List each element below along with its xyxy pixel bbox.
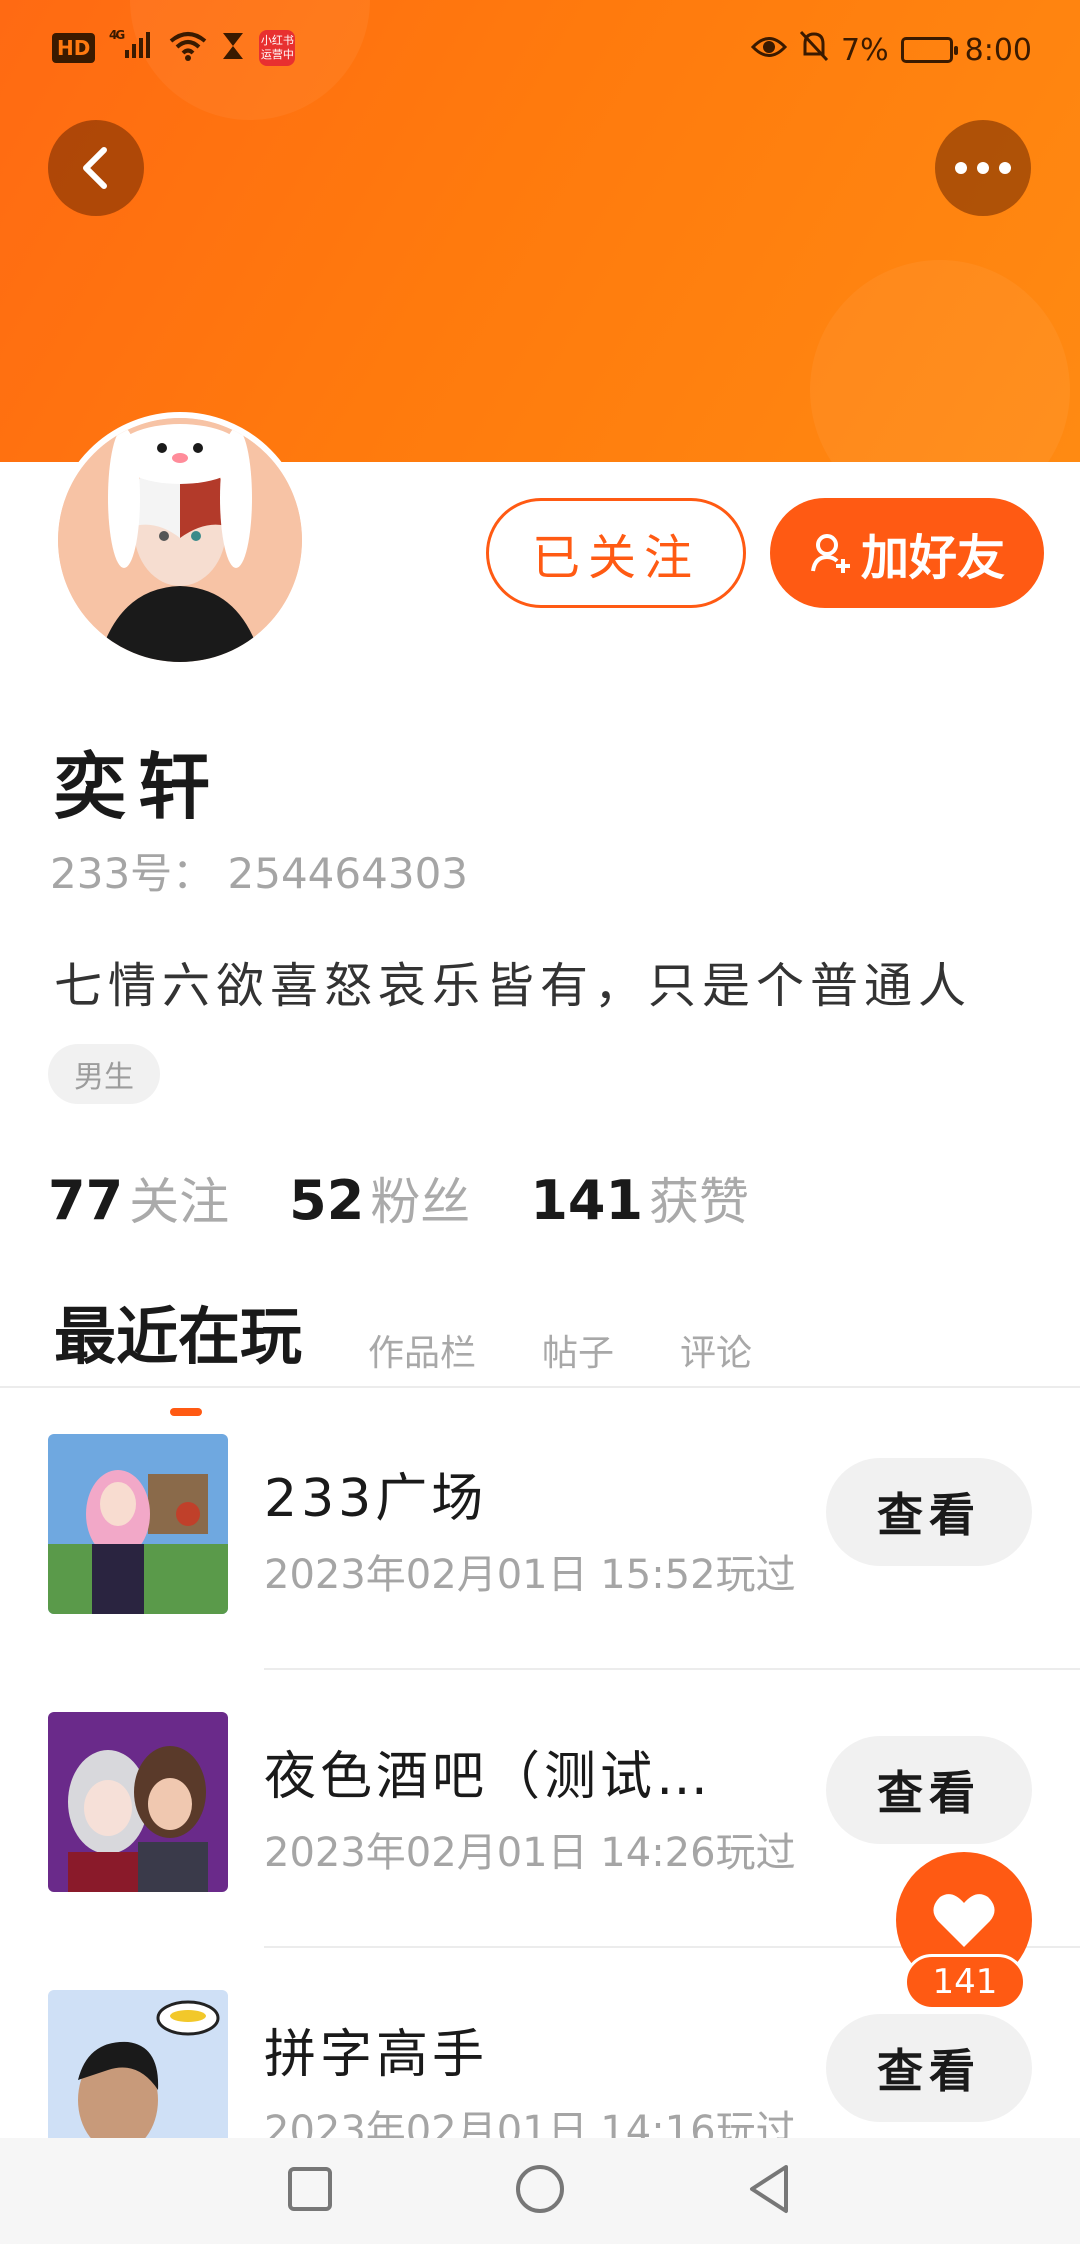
like-count-badge: 141 [904, 1954, 1026, 2010]
profile-tabs: 最近在玩 作品栏 帖子 评论 [54, 1286, 752, 1416]
tab-posts[interactable]: 帖子 [542, 1324, 614, 1376]
tab-label: 最近在玩 [54, 1300, 303, 1373]
svg-text:4G: 4G [109, 28, 124, 42]
stat-value: 141 [530, 1169, 644, 1232]
bio: 七情六欲喜怒哀乐皆有，只是个普通人 [54, 958, 973, 1014]
clock: 8:00 [964, 32, 1032, 68]
eye-icon [750, 33, 788, 68]
tab-comments[interactable]: 评论 [680, 1324, 752, 1376]
more-dots-icon [955, 162, 1011, 174]
stat-label: 粉丝 [370, 1173, 471, 1231]
battery-percent: 7% [841, 32, 889, 68]
game-title: 233广场 [264, 1469, 488, 1529]
app-badge-line2: 运营中 [260, 47, 294, 61]
recent-apps-icon[interactable] [286, 2165, 334, 2217]
status-left: HD 4G 小红书 运营中 [52, 28, 296, 67]
stat-following[interactable]: 77 关注 [48, 1162, 229, 1234]
stat-likes[interactable]: 141 获赞 [530, 1162, 749, 1234]
back-triangle-icon[interactable] [746, 2163, 794, 2219]
list-item[interactable]: 233广场 2023年02月01日 15:52玩过 查看 [0, 1392, 1080, 1670]
wifi-icon [169, 31, 207, 65]
back-button[interactable] [48, 120, 144, 216]
system-navigation-bar [0, 2138, 1080, 2244]
more-options-button[interactable] [935, 120, 1031, 216]
gender-tag: 男生 [48, 1044, 160, 1104]
game-title: 夜色酒吧（测试… [264, 1747, 713, 1807]
stat-label: 获赞 [649, 1173, 750, 1231]
chevron-left-icon [83, 147, 107, 189]
status-right: 7% 8:00 [750, 30, 1032, 70]
view-button[interactable]: 查看 [826, 2014, 1032, 2122]
game-thumbnail [48, 1434, 228, 1614]
hd-badge: HD [52, 32, 96, 63]
view-button[interactable]: 查看 [826, 1736, 1032, 1844]
game-played-time: 2023年02月01日 15:52玩过 [264, 1552, 796, 1598]
add-friend-label: 加好友 [860, 530, 1005, 586]
view-button[interactable]: 查看 [826, 1458, 1032, 1566]
tab-recently-played[interactable]: 最近在玩 [54, 1286, 303, 1416]
add-user-icon [811, 534, 850, 573]
tabs-divider [0, 1386, 1080, 1388]
followed-button[interactable]: 已关注 [486, 498, 746, 608]
game-thumbnail [48, 1712, 228, 1892]
battery-icon [900, 37, 958, 63]
game-title: 拼字高手 [264, 2025, 489, 2085]
username: 奕轩 [54, 745, 223, 829]
app-badge-line1: 小红书 [260, 33, 294, 47]
status-bar: HD 4G 小红书 运营中 7% 8:00 [0, 0, 1080, 100]
stat-fans[interactable]: 52 粉丝 [289, 1162, 470, 1234]
game-played-time: 2023年02月01日 14:26玩过 [264, 1830, 796, 1876]
avatar[interactable] [52, 412, 308, 668]
app-notification-badge: 小红书 运营中 [259, 29, 296, 66]
stat-value: 52 [289, 1169, 365, 1232]
hourglass-icon [221, 31, 245, 65]
tab-works[interactable]: 作品栏 [368, 1324, 476, 1376]
profile-stats: 77 关注 52 粉丝 141 获赞 [48, 1162, 749, 1234]
heart-icon [933, 1894, 995, 1947]
mute-bell-icon [799, 30, 829, 70]
user-id: 233号： 254464303 [50, 849, 469, 898]
signal-icon: 4G [109, 28, 155, 67]
stat-value: 77 [48, 1169, 124, 1232]
decorative-circle [810, 260, 1070, 462]
stat-label: 关注 [129, 1173, 230, 1231]
add-friend-button[interactable]: 加好友 [770, 498, 1044, 608]
home-icon[interactable] [514, 2163, 566, 2219]
